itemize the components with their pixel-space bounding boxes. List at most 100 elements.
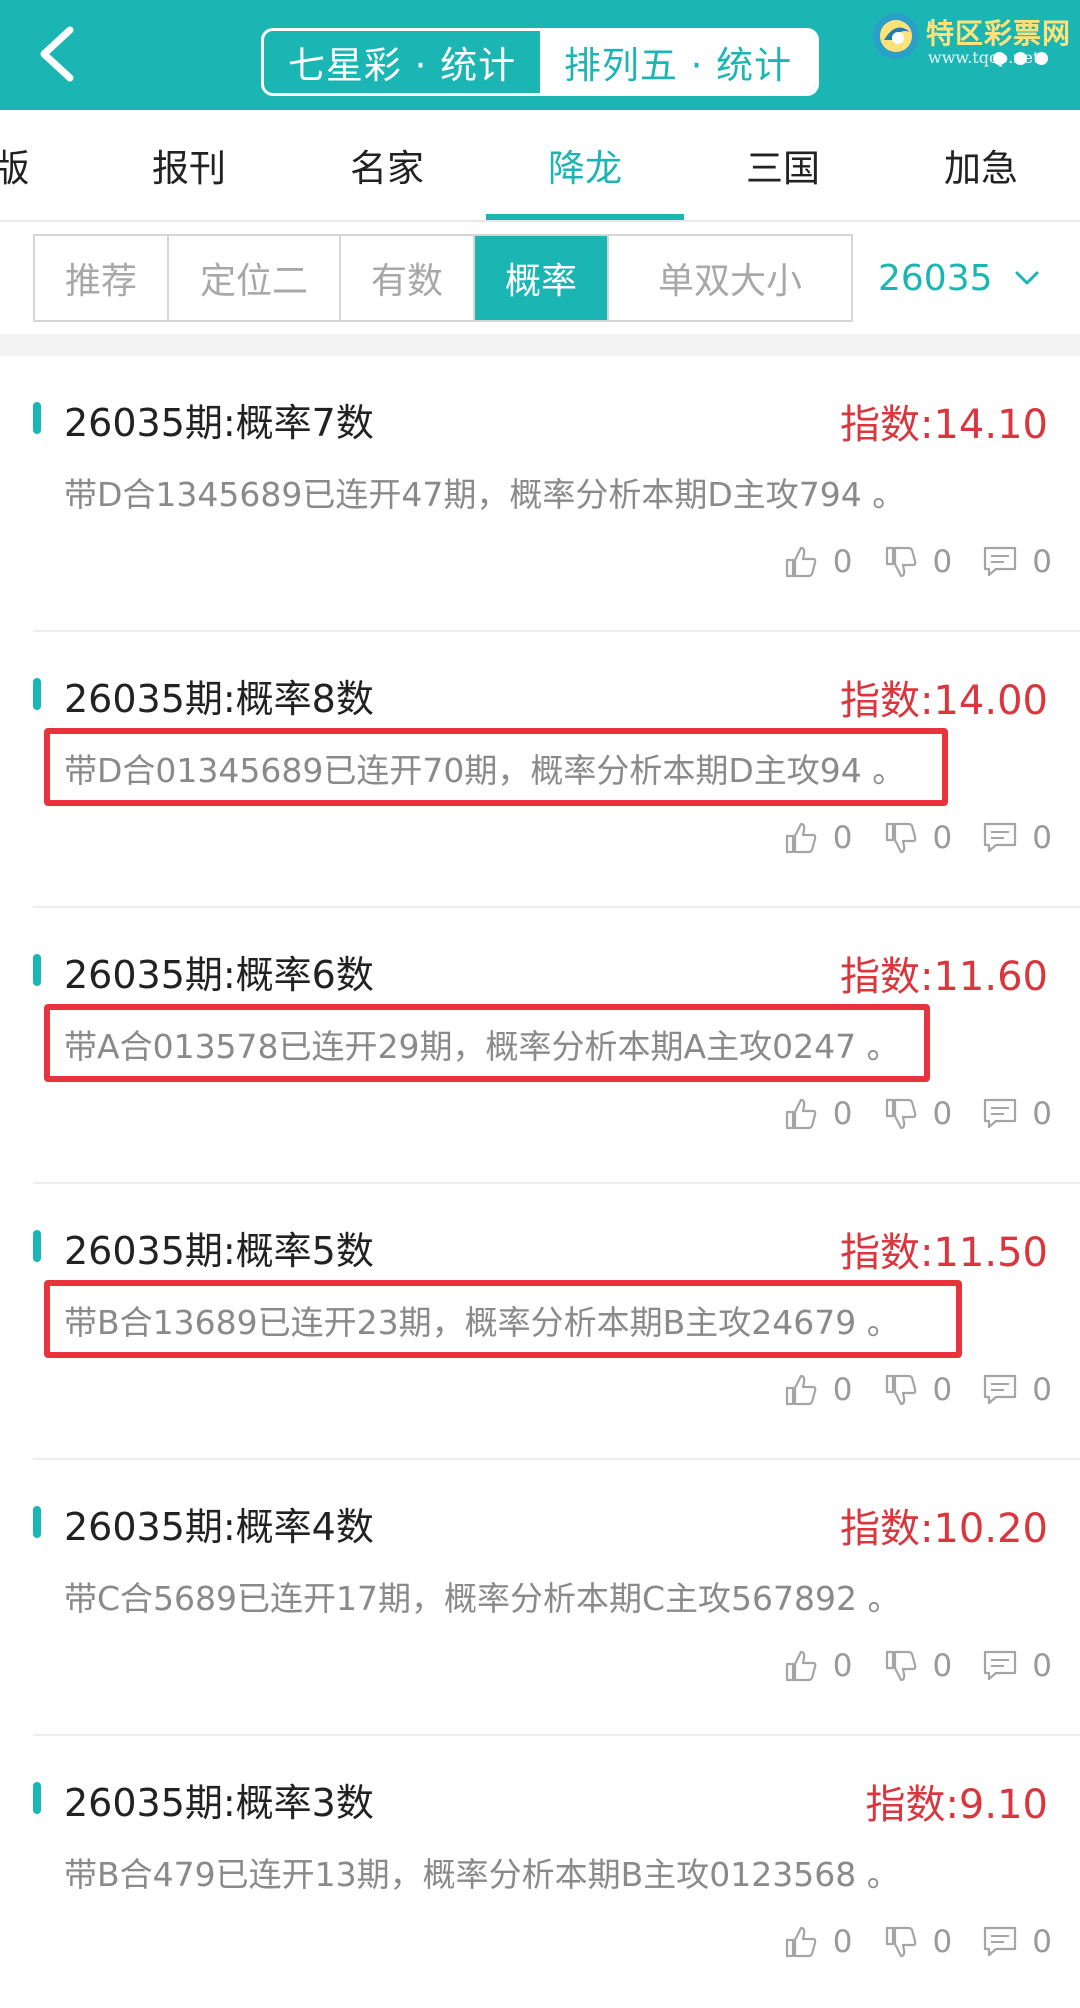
tab-sanguo[interactable]: 三国 — [684, 110, 882, 220]
thumbs-down-icon — [885, 1926, 916, 1958]
thumbs-up-icon — [785, 1650, 817, 1682]
thumbs-down-icon — [885, 546, 916, 578]
comment-count: 0 — [1032, 1096, 1052, 1132]
dislike-count: 0 — [932, 1648, 953, 1684]
lottery-segment-control: 七星彩 · 统计 排列五 · 统计 — [261, 28, 819, 96]
card-title: 26035期:概率3数 — [64, 1781, 374, 1825]
comment-button[interactable]: 0 — [982, 544, 1052, 580]
chevron-down-icon — [1015, 271, 1039, 285]
card-accent-bar — [33, 678, 41, 710]
section-gap — [0, 334, 1080, 356]
card-accent-bar — [33, 402, 41, 434]
like-button[interactable]: 0 — [783, 1648, 853, 1684]
comment-count: 0 — [1032, 544, 1052, 580]
more-dots-icon — [993, 52, 1006, 65]
back-button[interactable] — [28, 22, 92, 86]
dislike-count: 0 — [932, 544, 953, 580]
brand-logo-icon — [873, 13, 919, 59]
filter-gailv[interactable]: 概率 — [475, 236, 609, 320]
filter-tuijian[interactable]: 推荐 — [35, 236, 169, 320]
thumbs-up-icon — [785, 1926, 817, 1958]
brand-name: 特区彩票网 — [926, 17, 1072, 50]
like-button[interactable]: 0 — [783, 1096, 853, 1132]
tab-baokan[interactable]: 报刊 — [90, 110, 288, 220]
comment-button[interactable]: 0 — [982, 1372, 1052, 1408]
card-index: 指数:11.50 — [840, 1230, 1048, 1276]
dislike-button[interactable]: 0 — [883, 1648, 953, 1684]
comment-count: 0 — [1032, 1924, 1052, 1960]
tab-mingjia[interactable]: 名家 — [288, 110, 486, 220]
issue-number: 26035 — [878, 257, 993, 299]
like-count: 0 — [832, 1372, 853, 1408]
more-button[interactable] — [993, 52, 1048, 65]
dislike-button[interactable]: 0 — [883, 1096, 953, 1132]
comment-button[interactable]: 0 — [982, 1096, 1052, 1132]
tab-jianglong[interactable]: 降龙 — [486, 110, 684, 220]
dislike-count: 0 — [932, 1924, 953, 1960]
segment-pailiewu[interactable]: 排列五 · 统计 — [540, 31, 816, 93]
prediction-card[interactable]: 26035期:概率5数 指数:11.50 带B合13689已连开23期，概率分析… — [0, 1184, 1080, 1460]
card-title: 26035期:概率5数 — [64, 1229, 374, 1273]
more-dot — [1014, 52, 1027, 65]
card-description: 带C合5689已连开17期，概率分析本期C主攻567892 。 — [64, 1579, 901, 1618]
card-actions: 0 0 0 — [783, 1648, 1052, 1684]
card-actions: 0 0 0 — [783, 544, 1052, 580]
filter-dingweier[interactable]: 定位二 — [169, 236, 341, 320]
like-button[interactable]: 0 — [783, 544, 853, 580]
card-accent-bar — [33, 1506, 41, 1538]
comment-icon — [984, 1098, 1017, 1129]
card-title: 26035期:概率6数 — [64, 953, 374, 997]
card-actions: 0 0 0 — [783, 820, 1052, 856]
dislike-button[interactable]: 0 — [883, 820, 952, 856]
thumbs-down-icon — [885, 1374, 916, 1406]
like-button[interactable]: 0 — [783, 1924, 853, 1960]
dislike-button[interactable]: 0 — [883, 1372, 952, 1408]
card-description: 带D合1345689已连开47期，概率分析本期D主攻794 。 — [64, 475, 906, 514]
card-accent-bar — [33, 1230, 41, 1262]
like-count: 0 — [832, 820, 853, 856]
filter-danshuangdaxiao[interactable]: 单双大小 — [609, 236, 851, 320]
thumbs-up-icon — [785, 822, 817, 854]
card-title: 26035期:概率4数 — [64, 1505, 374, 1549]
thumbs-up-icon — [785, 1098, 817, 1130]
comment-icon — [984, 1374, 1017, 1405]
sub-filter-bar: 推荐 定位二 有数 概率 单双大小 — [33, 234, 853, 322]
dislike-button[interactable]: 0 — [883, 544, 953, 580]
card-title: 26035期:概率8数 — [64, 677, 374, 721]
card-description: 带B合479已连开13期，概率分析本期B主攻0123568 。 — [64, 1855, 900, 1894]
thumbs-down-icon — [885, 1650, 916, 1682]
prediction-card[interactable]: 26035期:概率7数 指数:14.10 带D合1345689已连开47期，概率… — [0, 356, 1080, 632]
thumbs-down-icon — [885, 1098, 916, 1130]
filter-youshu[interactable]: 有数 — [341, 236, 475, 320]
thumbs-down-icon — [885, 822, 916, 854]
comment-button[interactable]: 0 — [982, 1924, 1052, 1960]
thumbs-up-icon — [785, 1374, 817, 1406]
issue-selector[interactable]: 26035 — [878, 246, 1041, 310]
like-count: 0 — [832, 1924, 853, 1960]
comment-button[interactable]: 0 — [982, 1648, 1052, 1684]
comment-icon — [984, 1926, 1017, 1957]
comment-button[interactable]: 0 — [982, 820, 1052, 856]
comment-count: 0 — [1032, 820, 1052, 856]
app-header: 七星彩 · 统计 排列五 · 统计 特区彩票网 www.tqcp.net — [0, 0, 1080, 110]
like-count: 0 — [832, 1648, 853, 1684]
segment-qixingcai[interactable]: 七星彩 · 统计 — [264, 31, 540, 93]
category-tabs: 版 报刊 名家 降龙 三国 加急 — [0, 110, 1080, 222]
prediction-card[interactable]: 26035期:概率6数 指数:11.60 带A合013578已连开29期，概率分… — [0, 908, 1080, 1184]
dislike-button[interactable]: 0 — [883, 1924, 953, 1960]
like-button[interactable]: 0 — [783, 820, 853, 856]
card-title: 26035期:概率7数 — [64, 401, 374, 445]
like-count: 0 — [832, 544, 853, 580]
prediction-card[interactable]: 26035期:概率3数 指数:9.10 带B合479已连开13期，概率分析本期B… — [0, 1736, 1080, 2008]
prediction-card[interactable]: 26035期:概率4数 指数:10.20 带C合5689已连开17期，概率分析本… — [0, 1460, 1080, 1736]
prediction-card[interactable]: 26035期:概率8数 指数:14.00 带D合01345689已连开70期，概… — [0, 632, 1080, 908]
dislike-count: 0 — [932, 1096, 953, 1132]
card-index: 指数:14.00 — [840, 678, 1048, 724]
highlight-box — [44, 728, 948, 806]
like-button[interactable]: 0 — [783, 1372, 853, 1408]
card-index: 指数:11.60 — [840, 954, 1048, 1000]
tab-jiaji[interactable]: 加急 — [882, 110, 1080, 220]
highlight-box — [44, 1280, 962, 1358]
comment-count: 0 — [1032, 1372, 1052, 1408]
card-actions: 0 0 0 — [783, 1372, 1052, 1408]
